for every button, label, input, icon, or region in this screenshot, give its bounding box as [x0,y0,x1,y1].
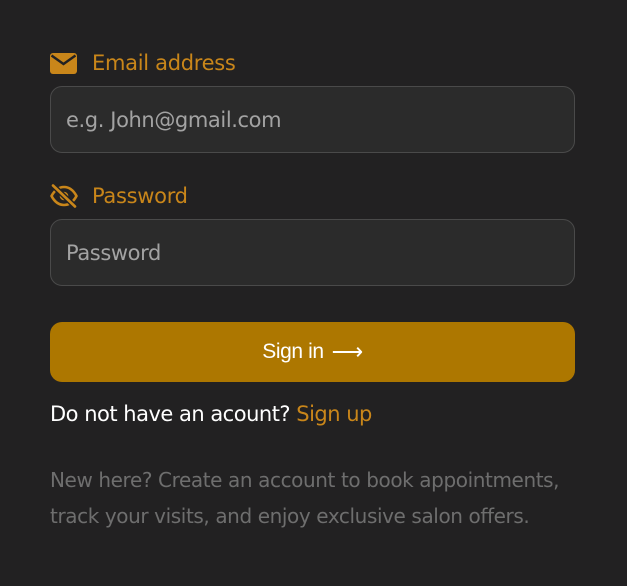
envelope-icon [50,51,78,75]
password-field[interactable] [51,220,574,285]
sign-up-link[interactable]: Sign up [296,402,372,426]
eye-slash-icon[interactable] [50,184,78,208]
email-label-row: Email address [50,48,236,78]
email-label: Email address [92,51,236,75]
sign-in-label: Sign in [262,340,324,363]
email-field-box [50,86,575,153]
signup-prompt-row: Do not have an acount? Sign up [50,402,372,426]
arrow-right-icon: ⟶ [331,339,364,364]
password-label-row: Password [50,181,188,211]
password-field-box [50,219,575,286]
email-field[interactable] [51,87,574,152]
welcome-note: New here? Create an account to book appo… [50,468,560,528]
signup-prompt: Do not have an acount? [50,402,291,426]
password-label: Password [92,184,188,208]
sign-in-button[interactable]: Sign in ⟶ [50,322,575,382]
